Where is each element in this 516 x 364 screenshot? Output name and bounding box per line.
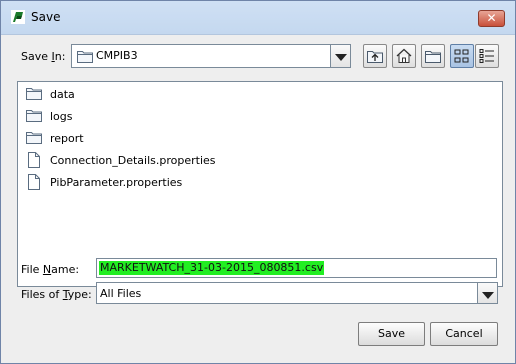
files-of-type-label-post: ype:: [67, 288, 92, 301]
save-in-combo[interactable]: CMPIB3: [71, 44, 351, 68]
file-item-label: Connection_Details.properties: [50, 154, 216, 167]
file-name-label: File Name:: [21, 263, 79, 276]
files-of-type-dropdown-arrow[interactable]: [477, 283, 497, 303]
file-name-label-post: ame:: [51, 263, 80, 276]
save-dialog: Save ✕ Save In: CMPIB3 data logs report …: [0, 0, 516, 364]
close-icon: ✕: [486, 11, 497, 25]
list-view-button[interactable]: [450, 44, 474, 68]
save-in-label-post: n:: [54, 50, 66, 63]
file-item-label: PibParameter.properties: [50, 176, 183, 189]
home-button[interactable]: [392, 44, 416, 68]
save-in-value: CMPIB3: [96, 49, 138, 62]
cancel-button[interactable]: Cancel: [430, 322, 498, 346]
details-view-button[interactable]: [475, 44, 499, 68]
folder-icon: [26, 110, 42, 122]
folder-icon: [26, 88, 42, 100]
file-icon: [28, 174, 40, 190]
close-button[interactable]: ✕: [478, 10, 505, 27]
new-folder-button[interactable]: [421, 44, 445, 68]
up-one-level-icon: [367, 51, 383, 63]
dialog-content: Save In: CMPIB3 data logs report Connect…: [8, 36, 508, 357]
new-folder-icon: [425, 51, 441, 63]
files-of-type-label-pre: Files of: [21, 288, 63, 301]
file-list[interactable]: data logs report Connection_Details.prop…: [17, 81, 503, 287]
file-icon: [28, 152, 40, 168]
java-app-icon: [11, 10, 25, 24]
save-in-dropdown-arrow[interactable]: [330, 45, 350, 67]
file-name-label-pre: File: [21, 263, 43, 276]
home-icon: [396, 48, 412, 63]
files-of-type-value: All Files: [100, 287, 142, 300]
folder-icon: [77, 51, 93, 63]
details-view-icon: [479, 49, 494, 63]
file-item-label: data: [50, 88, 75, 101]
title-bar[interactable]: Save ✕: [1, 1, 515, 35]
folder-icon: [26, 132, 42, 144]
file-item-label: report: [50, 132, 84, 145]
save-in-label: Save In:: [21, 50, 65, 63]
window-title: Save: [31, 10, 61, 24]
file-name-value: MARKETWATCH_31-03-2015_080851.csv: [99, 261, 325, 275]
file-name-label-mnemonic: N: [42, 263, 52, 276]
list-view-icon: [454, 49, 469, 63]
up-one-level-button[interactable]: [363, 44, 387, 68]
save-in-label-pre: Save: [21, 50, 52, 63]
file-name-input[interactable]: MARKETWATCH_31-03-2015_080851.csv: [96, 258, 497, 278]
file-item-label: logs: [50, 110, 73, 123]
files-of-type-label: Files of Type:: [21, 288, 92, 301]
save-button[interactable]: Save: [358, 322, 425, 346]
files-of-type-select[interactable]: All Files: [96, 282, 498, 304]
